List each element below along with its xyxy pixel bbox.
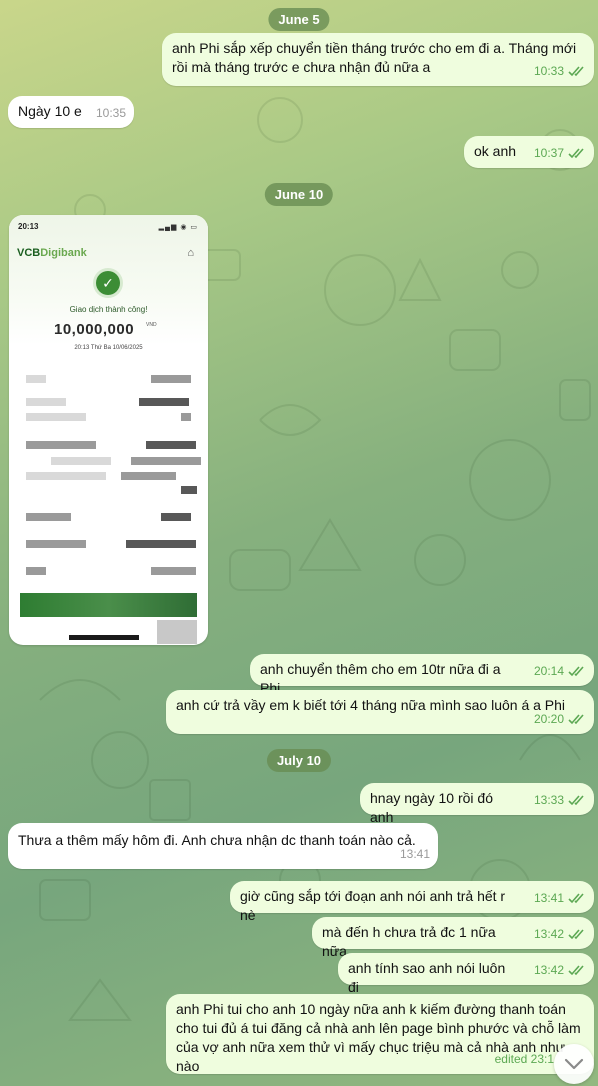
message-outgoing[interactable]: mà đến h chưa trả đc 1 nữa nữa 13:42: [312, 917, 594, 959]
double-check-icon: [568, 714, 584, 725]
message-outgoing[interactable]: giờ cũng sắp tới đoạn anh nói anh trả hế…: [230, 881, 594, 923]
date-pill-july-10: July 10: [266, 749, 332, 772]
double-check-icon: [568, 929, 584, 940]
double-check-icon: [568, 893, 584, 904]
message-time: 13:42: [533, 927, 564, 941]
message-meta: 13:42: [534, 925, 586, 944]
chevron-down-icon: [564, 1058, 584, 1070]
message-outgoing[interactable]: anh chuyển thêm cho em 10tr nữa đi a Phi…: [250, 654, 594, 696]
double-check-icon: [568, 666, 584, 677]
receipt-currency: VND: [146, 322, 157, 328]
double-check-icon: [568, 148, 584, 159]
message-time: 13:41: [533, 891, 564, 905]
double-check-icon: [568, 66, 584, 77]
receipt-action-bar: [20, 593, 197, 617]
scroll-down-button[interactable]: [554, 1044, 594, 1084]
message-meta: edited 23:1: [495, 1050, 554, 1069]
date-pill-june-10: June 10: [264, 183, 334, 206]
pixelated-block: [157, 620, 197, 644]
receipt-success-text: Giao dịch thành công!: [69, 305, 148, 314]
message-meta: 10:33: [534, 62, 586, 81]
message-outgoing[interactable]: anh Phi tui cho anh 10 ngày nữa anh k ki…: [166, 994, 594, 1074]
message-meta: 13:41: [400, 845, 430, 864]
receipt-datetime: 20:13 Thứ Ba 10/06/2025: [74, 345, 143, 351]
double-check-icon: [568, 965, 584, 976]
home-indicator: [69, 635, 139, 640]
message-text: anh cứ trả vầy em k biết tới 4 tháng nữa…: [176, 697, 566, 713]
receipt-amount: 10,000,000: [54, 321, 135, 338]
vcb-digibank-logo: VCBDigibank: [17, 247, 87, 259]
message-text: anh Phi sắp xếp chuyển tiền tháng trước …: [172, 40, 577, 75]
message-outgoing[interactable]: anh Phi sắp xếp chuyển tiền tháng trước …: [162, 33, 594, 86]
message-meta: 13:42: [534, 961, 586, 980]
message-meta: 20:20: [534, 710, 586, 729]
message-time: 13:33: [533, 793, 564, 807]
chat-area: June 5 anh Phi sắp xếp chuyển tiền tháng…: [0, 0, 598, 1086]
message-meta: 13:33: [534, 791, 586, 810]
message-text: Thưa a thêm mấy hôm đi. Anh chưa nhận dc…: [18, 832, 416, 848]
receipt-status-time: 20:13: [18, 222, 39, 231]
message-time: 13:42: [533, 963, 564, 977]
message-time: 20:14: [533, 664, 564, 678]
date-pill-june-5: June 5: [268, 8, 330, 31]
check-circle-icon: ✓: [96, 271, 120, 295]
status-icons: ▂▄▆ ◉ ▭: [158, 224, 198, 231]
double-check-icon: [568, 795, 584, 806]
message-outgoing[interactable]: anh tính sao anh nói luôn đi 13:42: [338, 953, 594, 995]
pixelated-details: [21, 365, 201, 595]
message-time: 13:41: [399, 847, 430, 861]
message-time: 10:37: [533, 146, 564, 160]
message-time: 10:33: [533, 64, 564, 78]
message-meta: 10:37: [534, 144, 586, 163]
receipt-image[interactable]: 20:13 ▂▄▆ ◉ ▭ VCBDigibank ⌂ ✓ Giao dịch …: [9, 215, 208, 645]
home-icon: ⌂: [187, 247, 194, 259]
message-meta: 20:14: [534, 662, 586, 681]
message-outgoing[interactable]: anh cứ trả vầy em k biết tới 4 tháng nữa…: [166, 690, 594, 734]
message-time: edited 23:1: [494, 1052, 554, 1066]
message-meta: 13:41: [534, 889, 586, 908]
message-outgoing[interactable]: ok anh 10:37: [464, 136, 594, 168]
message-time: 10:35: [95, 106, 126, 120]
message-meta: 10:35: [96, 104, 126, 123]
message-time: 20:20: [533, 712, 564, 726]
message-outgoing[interactable]: hnay ngày 10 rồi đó anh 13:33: [360, 783, 594, 825]
message-incoming[interactable]: Ngày 10 e 10:35: [8, 96, 134, 128]
message-incoming[interactable]: Thưa a thêm mấy hôm đi. Anh chưa nhận dc…: [8, 823, 438, 869]
